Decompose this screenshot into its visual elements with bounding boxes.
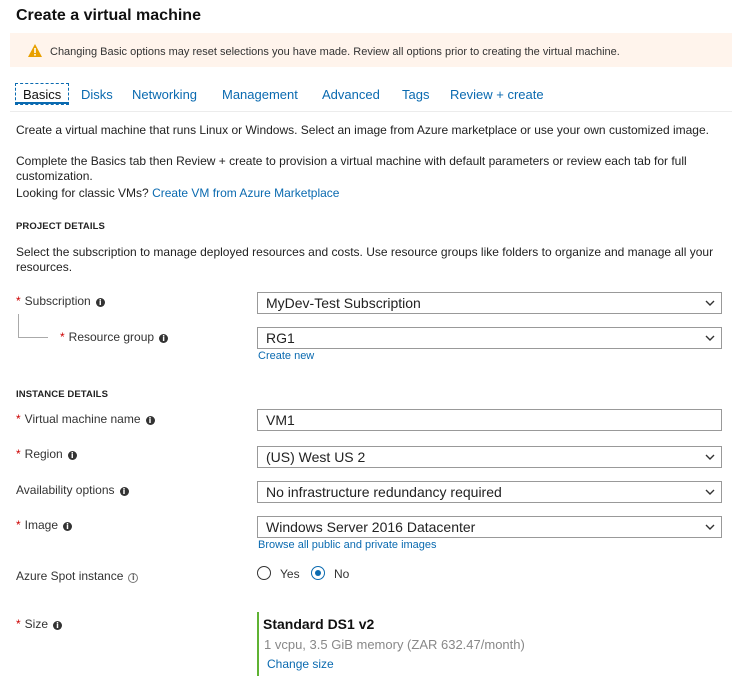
banner-text: Changing Basic options may reset selecti… (50, 46, 620, 58)
info-icon[interactable]: i (128, 573, 139, 583)
intro-line-1: Create a virtual machine that runs Linux… (16, 123, 709, 137)
resource-group-label: * Resource group i (60, 330, 169, 344)
tab-advanced[interactable]: Advanced (322, 87, 380, 102)
resource-group-label-text: Resource group (68, 330, 155, 344)
required-marker: * (16, 518, 21, 532)
tab-bar: Basics Disks Networking Management Advan… (10, 71, 732, 112)
subscription-value: MyDev-Test Subscription (266, 295, 421, 311)
spot-yes-radio[interactable] (257, 566, 271, 580)
tab-basics[interactable]: Basics (15, 83, 70, 105)
size-label-text: Size (24, 617, 49, 631)
create-vm-marketplace-link[interactable]: Create VM from Azure Marketplace (152, 186, 339, 200)
tab-disks[interactable]: Disks (81, 87, 113, 102)
instance-details-heading: INSTANCE DETAILS (16, 389, 109, 400)
page-title: Create a virtual machine (16, 7, 201, 24)
required-marker: * (16, 412, 21, 426)
region-value: (US) West US 2 (266, 449, 366, 465)
spot-yes-label[interactable]: Yes (280, 567, 300, 581)
size-label: * Size i (16, 617, 63, 631)
subscription-label: * Subscription i (16, 294, 105, 308)
tree-connector (18, 314, 19, 337)
classic-vms-prefix: Looking for classic VMs? (16, 186, 149, 200)
change-size-link[interactable]: Change size (267, 657, 334, 671)
vm-name-label: * Virtual machine name i (16, 412, 155, 426)
create-new-link[interactable]: Create new (258, 350, 314, 362)
tree-connector-horizontal (18, 337, 48, 338)
subscription-label-text: Subscription (24, 294, 91, 308)
size-name: Standard DS1 v2 (263, 616, 375, 632)
info-icon[interactable]: i (67, 451, 77, 460)
subscription-dropdown[interactable]: MyDev-Test Subscription (257, 292, 722, 314)
required-marker: * (16, 617, 21, 631)
project-description: Select the subscription to manage deploy… (16, 245, 714, 274)
info-icon[interactable]: i (145, 416, 155, 425)
warning-banner: Changing Basic options may reset selecti… (10, 33, 732, 67)
tab-review-create[interactable]: Review + create (450, 87, 544, 102)
vm-name-input[interactable]: VM1 (257, 409, 722, 431)
vm-name-value: VM1 (266, 412, 295, 428)
info-icon[interactable]: i (95, 298, 105, 307)
info-icon[interactable]: i (63, 522, 73, 531)
resource-group-value: RG1 (266, 330, 295, 346)
chevron-down-icon (705, 335, 715, 341)
chevron-down-icon (705, 300, 715, 306)
info-icon[interactable]: i (159, 334, 169, 343)
size-description: 1 vcpu, 3.5 GiB memory (ZAR 632.47/month… (264, 637, 525, 652)
browse-images-link[interactable]: Browse all public and private images (258, 539, 437, 551)
spot-no-label[interactable]: No (334, 567, 349, 581)
image-dropdown[interactable]: Windows Server 2016 Datacenter (257, 516, 722, 538)
warning-icon (28, 44, 42, 57)
info-icon[interactable]: i (119, 487, 129, 496)
spot-no-radio[interactable] (311, 566, 325, 580)
tab-tags[interactable]: Tags (402, 87, 429, 102)
spot-label-text: Azure Spot instance (16, 569, 124, 583)
region-label-text: Region (24, 447, 63, 461)
resource-group-dropdown[interactable]: RG1 (257, 327, 722, 349)
availability-dropdown[interactable]: No infrastructure redundancy required (257, 481, 722, 503)
size-accent-bar (257, 612, 259, 676)
availability-value: No infrastructure redundancy required (266, 484, 502, 500)
tab-management[interactable]: Management (222, 87, 298, 102)
required-marker: * (16, 447, 21, 461)
required-marker: * (16, 294, 21, 308)
required-marker: * (60, 330, 65, 344)
intro-line-2: Complete the Basics tab then Review + cr… (16, 154, 687, 183)
tab-networking[interactable]: Networking (132, 87, 197, 102)
image-label-text: Image (24, 518, 59, 532)
region-label: * Region i (16, 447, 77, 461)
availability-label: Availability options i (16, 483, 129, 497)
project-details-heading: PROJECT DETAILS (16, 221, 105, 232)
classic-vms-row: Looking for classic VMs? Create VM from … (16, 186, 728, 201)
chevron-down-icon (705, 454, 715, 460)
info-icon[interactable]: i (53, 621, 63, 630)
image-value: Windows Server 2016 Datacenter (266, 519, 476, 535)
chevron-down-icon (705, 489, 715, 495)
image-label: * Image i (16, 518, 73, 532)
chevron-down-icon (705, 524, 715, 530)
region-dropdown[interactable]: (US) West US 2 (257, 446, 722, 468)
vm-name-label-text: Virtual machine name (24, 412, 141, 426)
spot-label: Azure Spot instance i (16, 569, 139, 583)
availability-label-text: Availability options (16, 483, 115, 497)
